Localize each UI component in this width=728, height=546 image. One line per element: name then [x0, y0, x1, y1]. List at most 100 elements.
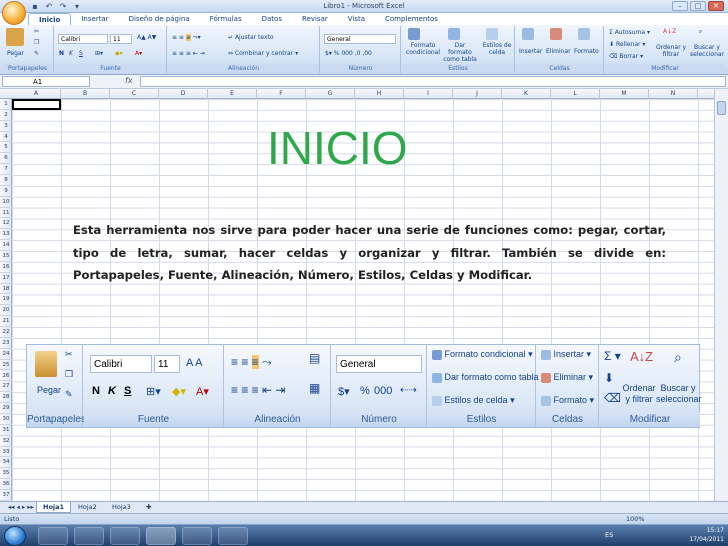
formula-input[interactable] — [140, 76, 726, 87]
column-header[interactable]: C — [110, 89, 159, 99]
row-header[interactable]: 5 — [0, 142, 12, 154]
number-format-combo[interactable]: General — [324, 34, 396, 44]
font-name-combo[interactable]: Calibri — [58, 34, 108, 44]
maximize-icon[interactable]: □ — [690, 1, 706, 11]
row-header[interactable]: 25 — [0, 360, 12, 371]
tab-complementos[interactable]: Complementos — [375, 13, 448, 25]
selected-cell-a1[interactable] — [12, 99, 61, 110]
row-header[interactable]: 17 — [0, 273, 12, 284]
sheet-nav-icons[interactable]: ◂◂ ◂ ▸ ▸▸ — [2, 502, 40, 513]
office-button[interactable] — [2, 1, 26, 25]
tab-inicio[interactable]: Inicio — [28, 13, 72, 25]
align-top-icons[interactable]: ≡ ≡ ≡ ⤳▾ — [172, 34, 201, 42]
font-color-icon[interactable]: A▾ — [135, 50, 142, 57]
tab-diseno-pagina[interactable]: Diseño de página — [119, 13, 200, 25]
row-header[interactable]: 37 — [0, 490, 12, 501]
column-header[interactable]: J — [453, 89, 502, 99]
merge-center-button[interactable]: ⇔ Combinar y centrar ▾ — [228, 50, 298, 57]
scroll-thumb[interactable] — [717, 101, 726, 115]
row-header[interactable]: 8 — [0, 175, 12, 186]
tab-datos[interactable]: Datos — [252, 13, 292, 25]
row-header[interactable]: 34 — [0, 457, 12, 469]
number-format-icons[interactable]: $▾ % 000 ,0 ,00 — [325, 50, 372, 57]
column-header[interactable]: B — [61, 89, 110, 99]
paste-button[interactable] — [6, 28, 24, 46]
language-indicator[interactable]: ES — [605, 531, 613, 539]
insert-sheet-icon[interactable]: ✚ — [140, 502, 157, 513]
row-header[interactable]: 27 — [0, 381, 12, 393]
font-size-combo[interactable]: 11 — [110, 34, 132, 44]
taskbar-media-icon[interactable] — [110, 527, 140, 545]
taskbar-ie-icon[interactable] — [38, 527, 68, 545]
italic-button[interactable]: K — [69, 50, 73, 57]
column-header[interactable]: K — [502, 89, 551, 99]
column-header[interactable]: G — [306, 89, 355, 99]
tab-formulas[interactable]: Fórmulas — [200, 13, 252, 25]
column-header[interactable]: A — [12, 89, 61, 99]
start-button[interactable] — [4, 526, 26, 546]
row-header[interactable]: 23 — [0, 338, 12, 349]
sheet-tab-hoja2[interactable]: Hoja2 — [72, 502, 103, 513]
row-header[interactable]: 28 — [0, 392, 12, 404]
taskbar-folder-icon[interactable] — [74, 527, 104, 545]
column-header[interactable]: D — [159, 89, 208, 99]
tab-vista[interactable]: Vista — [338, 13, 375, 25]
format-painter-icon[interactable]: ✎ — [34, 50, 39, 57]
column-header[interactable]: H — [355, 89, 404, 99]
column-header[interactable]: E — [208, 89, 257, 99]
column-header[interactable]: M — [600, 89, 649, 99]
row-header[interactable]: 1 — [0, 99, 12, 110]
row-header[interactable]: 6 — [0, 153, 12, 165]
wrap-text-button[interactable]: ↵ Ajustar texto — [228, 34, 274, 41]
row-header[interactable]: 29 — [0, 403, 12, 414]
column-header[interactable]: N — [649, 89, 698, 99]
autosum-button[interactable]: Σ Autosuma ▾ — [609, 29, 650, 36]
row-header[interactable]: 19 — [0, 294, 12, 306]
taskbar-word-icon[interactable] — [182, 527, 212, 545]
row-header[interactable]: 33 — [0, 447, 12, 458]
row-header[interactable]: 18 — [0, 284, 12, 295]
table-format-button[interactable]: Dar formato como tabla — [442, 42, 478, 63]
row-header[interactable]: 10 — [0, 197, 12, 208]
fx-icon[interactable]: fx — [125, 76, 133, 85]
row-header[interactable]: 2 — [0, 110, 12, 121]
row-header[interactable]: 13 — [0, 229, 12, 241]
taskbar-ppt-icon[interactable] — [218, 527, 248, 545]
row-header[interactable]: 24 — [0, 349, 12, 360]
row-header[interactable]: 9 — [0, 186, 12, 197]
find-select-button[interactable]: Buscar y seleccionar — [689, 44, 725, 58]
row-header[interactable]: 26 — [0, 371, 12, 382]
format-cells-button[interactable]: Formato — [574, 48, 599, 55]
conditional-format-button[interactable]: Formato condicional — [405, 42, 441, 56]
row-header[interactable]: 31 — [0, 425, 12, 436]
row-header[interactable]: 20 — [0, 305, 12, 317]
fill-button[interactable]: ⬇ Rellenar ▾ — [609, 41, 645, 48]
sort-filter-button[interactable]: Ordenar y filtrar — [655, 44, 687, 58]
row-header[interactable]: 21 — [0, 316, 12, 328]
taskbar-excel-icon[interactable] — [146, 527, 176, 545]
tab-insertar[interactable]: Insertar — [71, 13, 118, 25]
align-horizontal-icons[interactable]: ≡ ≡ ≡ ⇤ ⇥ — [172, 50, 205, 57]
row-header[interactable]: 15 — [0, 251, 12, 262]
copy-icon[interactable]: ❐ — [34, 39, 39, 46]
column-header[interactable]: F — [257, 89, 306, 99]
delete-cells-button[interactable]: Eliminar — [546, 48, 571, 55]
row-header[interactable]: 7 — [0, 164, 12, 176]
row-header[interactable]: 12 — [0, 218, 12, 230]
row-header[interactable]: 14 — [0, 240, 12, 252]
cut-icon[interactable]: ✂ — [34, 28, 39, 35]
clear-button[interactable]: ⌫ Borrar ▾ — [609, 53, 643, 60]
sheet-tab-hoja1[interactable]: Hoja1 — [36, 502, 72, 513]
underline-button[interactable]: S — [79, 50, 83, 57]
column-header[interactable]: I — [404, 89, 453, 99]
fill-color-icon[interactable]: ◆▾ — [115, 50, 123, 57]
close-icon[interactable]: ✕ — [708, 1, 724, 11]
row-header[interactable]: 16 — [0, 262, 12, 273]
row-header[interactable]: 11 — [0, 208, 12, 219]
row-header[interactable]: 32 — [0, 436, 12, 447]
row-header[interactable]: 22 — [0, 327, 12, 338]
minimize-icon[interactable]: – — [672, 1, 688, 11]
insert-cells-button[interactable]: Insertar — [519, 48, 542, 55]
system-clock[interactable]: 15:17 17/04/2011 — [689, 526, 724, 544]
tab-revisar[interactable]: Revisar — [292, 13, 338, 25]
